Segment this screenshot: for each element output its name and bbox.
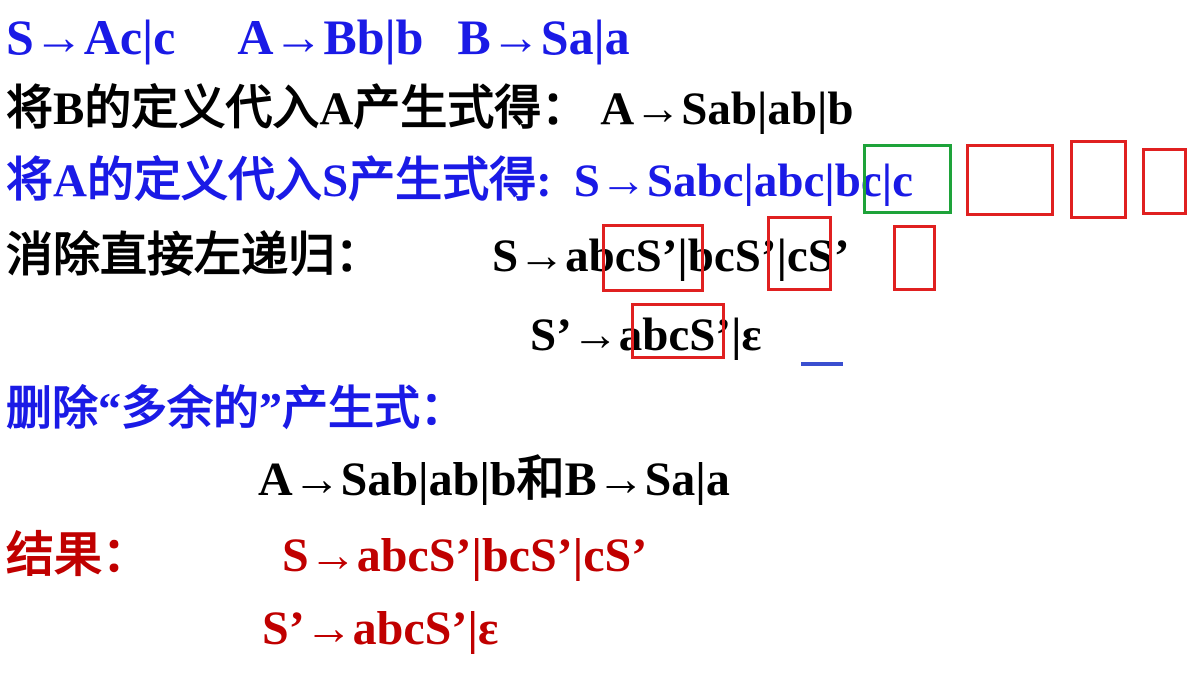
step-substitute-b-label: 将B的定义代入A产生式得：	[6, 83, 589, 135]
step-remove-redundant-result: A→Sab|ab|b和B→Sa|a	[258, 453, 730, 506]
step-substitute-b: 将B的定义代入A产生式得： A→Sab|ab|b	[6, 86, 854, 133]
conclusion-result-s: S→abcS’|bcS’|cS’	[282, 529, 648, 582]
highlight-box-abc	[966, 144, 1054, 216]
conclusion-result-s-prime: S’→abcS’|ε	[262, 602, 499, 655]
conclusion-s-prime: S’→abcS’|ε	[262, 605, 498, 653]
step-remove-redundant-productions: A→Sab|ab|b和B→Sa|a	[258, 456, 730, 504]
highlight-box-bc-s	[767, 216, 832, 291]
step-eliminate-left-recursion: 消除直接左递归： S→abcS’|bcS’|cS’	[6, 233, 850, 280]
step-substitute-a: 将A的定义代入S产生式得: S→Sabc|abc|bc|c	[6, 158, 913, 205]
step-eliminate-left-recursion-label: 消除直接左递归：	[6, 230, 382, 282]
conclusion-label: 结果：	[6, 529, 151, 582]
epsilon-underline	[801, 362, 843, 366]
conclusion: 结果： S→abcS’|bcS’|cS’	[6, 532, 647, 580]
highlight-box-abc-s-prime	[631, 303, 725, 359]
highlight-box-abc-s	[602, 224, 704, 292]
step-remove-redundant: 删除“多余的”产生式：	[6, 386, 466, 432]
step-substitute-b-result: A→Sab|ab|b	[600, 83, 854, 135]
step-substitute-a-label: 将A的定义代入S产生式得:	[6, 155, 552, 207]
grammar-rule-s: S→Ac|c	[6, 9, 176, 65]
step-remove-redundant-label: 删除“多余的”产生式：	[6, 383, 466, 434]
grammar-rules: S→Ac|c A→Bb|b B→Sa|a	[6, 12, 630, 62]
highlight-box-c-s	[893, 225, 936, 291]
highlight-box-sabc	[863, 144, 952, 214]
grammar-rule-b: B→Sa|a	[457, 9, 630, 65]
highlight-box-bc	[1070, 140, 1127, 219]
highlight-box-c	[1142, 148, 1187, 215]
grammar-rule-a: A→Bb|b	[237, 9, 424, 65]
